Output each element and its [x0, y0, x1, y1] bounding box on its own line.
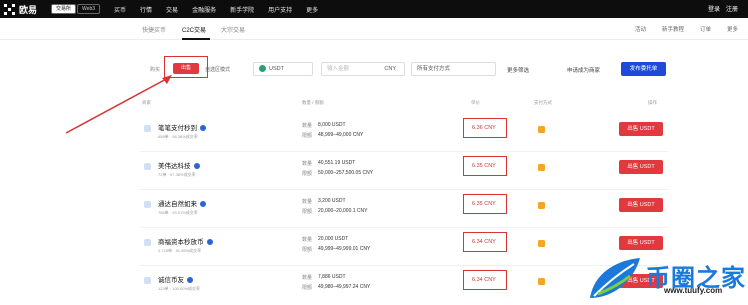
bank-transfer-icon [538, 126, 545, 133]
bank-transfer-icon [538, 240, 545, 247]
limit-label: 限额 [302, 133, 313, 139]
merchant-name[interactable]: 美伟达科技 [158, 160, 200, 170]
bank-transfer-icon [538, 278, 545, 285]
col-merchant: 商家 [142, 100, 151, 105]
qty-value: 7,886 USDT [318, 274, 346, 280]
unit-price: 6.34 CNY [472, 239, 496, 245]
merchant-name[interactable]: 诚信币友 [158, 274, 193, 284]
merchant-stats: 72单 · 97.38%成交率 [158, 172, 196, 177]
limit-value: 20,000–20,000.1 CNY [318, 208, 368, 214]
merchant-stats: 658单 · 98.38%成交率 [158, 134, 198, 139]
qty-value: 8,000 USDT [318, 122, 346, 128]
sell-usdt-button[interactable]: 出售 USDT [619, 160, 663, 174]
unit-price: 6.36 CNY [472, 125, 496, 131]
table-row: 通达自然如来 765单 · 93.91%成交率 数量 3,200 USDT 限额… [140, 190, 668, 228]
sell-usdt-button[interactable]: 出售 USDT [619, 198, 663, 212]
limit-label: 限额 [302, 209, 313, 215]
sell-usdt-button[interactable]: 出售 USDT [619, 122, 663, 136]
verified-icon [193, 163, 200, 170]
qty-value: 20,000 USDT [318, 236, 349, 242]
limit-label: 限额 [302, 171, 313, 177]
verified-icon [187, 277, 193, 284]
merchant-name[interactable]: 商福资本秒放币 [158, 236, 213, 246]
avatar [144, 201, 151, 208]
qty-value: 3,200 USDT [318, 198, 346, 204]
unit-price: 6.35 CNY [472, 201, 496, 207]
verified-icon [200, 201, 206, 208]
merchant-stats: 765单 · 93.91%成交率 [158, 210, 198, 215]
avatar [144, 163, 151, 170]
merchant-name[interactable]: 笔笔支付秒到 [158, 122, 206, 132]
bank-transfer-icon [538, 202, 545, 209]
table-header: 商家 数量 / 限额 单价 支付方式 操作 [0, 100, 748, 112]
watermark-url: www.tuufy.com [664, 286, 723, 295]
qty-value: 40,551.19 USDT [318, 160, 356, 166]
merchant-stats: 123单 · 100.00%成交率 [158, 286, 201, 291]
limit-value: 49,980–49,997.24 CNY [318, 284, 371, 290]
site-watermark: 币圈之家 www.tuufy.com [580, 252, 748, 305]
qty-label: 数量 [302, 199, 313, 205]
avatar [144, 239, 151, 246]
unit-price: 6.34 CNY [472, 277, 496, 283]
avatar [144, 125, 151, 132]
merchant-stats: 2,728单 · 91.96%成交率 [158, 248, 202, 253]
limit-label: 限额 [302, 247, 313, 253]
col-payment: 支付方式 [534, 100, 552, 105]
qty-label: 数量 [302, 161, 313, 167]
qty-label: 数量 [302, 123, 313, 129]
limit-value: 50,000–257,500.05 CNY [318, 170, 374, 176]
limit-value: 48,999–49,000 CNY [318, 132, 364, 138]
limit-value: 49,999–49,999.01 CNY [318, 246, 371, 252]
col-qty-limit: 数量 / 限额 [302, 100, 324, 105]
sell-usdt-button[interactable]: 出售 USDT [619, 236, 663, 250]
table-row: 美伟达科技 72单 · 97.38%成交率 数量 40,551.19 USDT … [140, 152, 668, 190]
col-price: 单价 [471, 100, 480, 105]
avatar [144, 277, 151, 284]
watermark-leaf-icon [590, 258, 640, 298]
verified-icon [200, 125, 206, 132]
verified-icon [206, 239, 213, 246]
limit-label: 限额 [302, 285, 313, 291]
table-row: 笔笔支付秒到 658单 · 98.38%成交率 数量 8,000 USDT 限额… [140, 114, 668, 152]
qty-label: 数量 [302, 275, 313, 281]
merchant-name[interactable]: 通达自然如来 [158, 198, 206, 208]
unit-price: 6.35 CNY [472, 163, 496, 169]
bank-transfer-icon [538, 164, 545, 171]
qty-label: 数量 [302, 237, 313, 243]
col-action: 操作 [648, 100, 657, 105]
